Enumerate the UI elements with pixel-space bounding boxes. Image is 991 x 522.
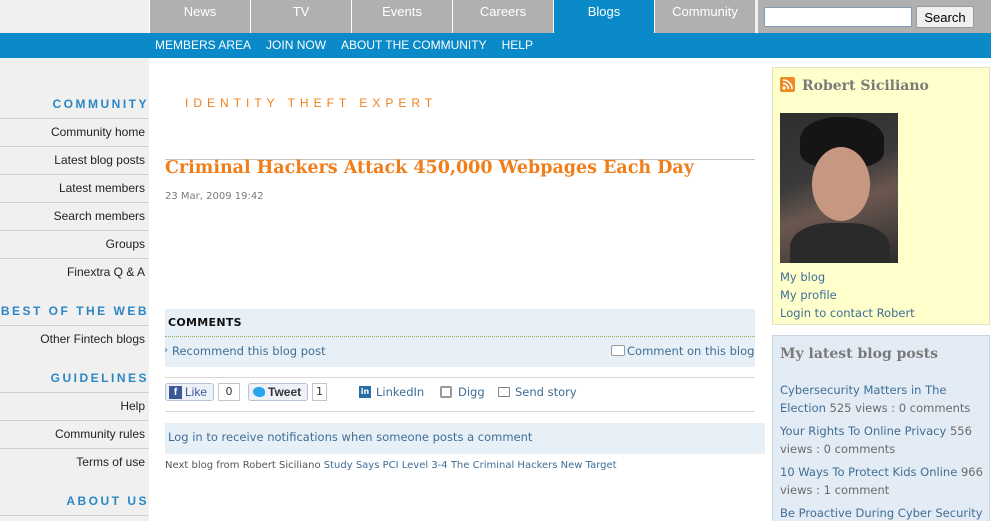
- comments-panel: COMMENTS › Recommend this blog post Comm…: [164, 309, 755, 367]
- sidebar-item-finextra-qa[interactable]: Finextra Q & A: [0, 258, 149, 285]
- next-blog-line: Next blog from Robert Siciliano Study Sa…: [165, 460, 617, 471]
- like-count: 0: [218, 383, 240, 401]
- tweet-label: Tweet: [268, 385, 302, 399]
- search-area: Search: [758, 0, 991, 33]
- sidebar-item-community-home[interactable]: Community home: [0, 118, 149, 145]
- comments-divider: [165, 336, 755, 337]
- share-divider-top: [165, 377, 755, 378]
- search-button[interactable]: Search: [916, 6, 974, 28]
- sidebar-item-groups[interactable]: Groups: [0, 230, 149, 257]
- left-sidebar: COMMUNITY Community home Latest blog pos…: [0, 58, 149, 521]
- tab-tv[interactable]: TV: [250, 0, 351, 33]
- about-us-heading: ABOUT US: [66, 494, 149, 508]
- twitter-bird-icon: [253, 387, 265, 397]
- author-name: Robert Siciliano: [802, 78, 929, 94]
- sub-navigation: MEMBERS AREA JOIN NOW ABOUT THE COMMUNIT…: [0, 33, 991, 58]
- send-story-link[interactable]: Send story: [515, 385, 577, 399]
- tweet-count: 1: [312, 383, 327, 401]
- digg-link[interactable]: Digg: [458, 385, 485, 399]
- post-date: 23 Mar, 2009 19:42: [165, 191, 264, 202]
- like-label: Like: [185, 385, 208, 399]
- sidebar-item-community-rules[interactable]: Community rules: [0, 420, 149, 447]
- next-blog-prefix: Next blog from Robert Siciliano: [165, 460, 321, 471]
- my-blog-link[interactable]: My blog: [780, 270, 825, 284]
- sidebar-item-search-members[interactable]: Search members: [0, 202, 149, 229]
- latest-post-meta: 525 views : 0 comments: [829, 401, 971, 415]
- my-profile-link[interactable]: My profile: [780, 288, 837, 302]
- linkedin-link[interactable]: LinkedIn: [376, 385, 424, 399]
- community-heading: COMMUNITY: [52, 97, 149, 111]
- latest-post-item[interactable]: 10 Ways To Protect Kids Online 966 views…: [780, 463, 986, 499]
- recommend-link[interactable]: Recommend this blog post: [172, 344, 326, 358]
- sidebar-item-other-fintech-blogs[interactable]: Other Fintech blogs: [0, 325, 149, 352]
- tab-community[interactable]: Community: [654, 0, 755, 33]
- author-profile-box: Robert Siciliano My blog My profile Logi…: [772, 67, 990, 325]
- next-blog-link[interactable]: Study Says PCI Level 3-4 The Criminal Ha…: [324, 460, 617, 471]
- top-tabs: News TV Events Careers Blogs Community: [149, 0, 755, 33]
- tweet-button[interactable]: Tweet: [248, 383, 308, 401]
- best-of-web-heading: BEST OF THE WEB: [0, 304, 149, 318]
- latest-posts-title: My latest blog posts: [780, 346, 938, 362]
- tab-blogs[interactable]: Blogs: [553, 0, 654, 33]
- facebook-icon: f: [169, 385, 182, 399]
- latest-post-title[interactable]: Be Proactive During Cyber Security: [780, 506, 983, 520]
- sidebar-item-help[interactable]: Help: [0, 392, 149, 419]
- tab-news[interactable]: News: [149, 0, 250, 33]
- share-divider-bottom: [165, 411, 755, 412]
- envelope-icon: [498, 387, 510, 397]
- sidebar-divider: [0, 515, 149, 521]
- latest-post-title[interactable]: 10 Ways To Protect Kids Online: [780, 465, 957, 479]
- author-avatar[interactable]: [780, 113, 898, 263]
- digg-icon: [440, 386, 452, 398]
- search-input[interactable]: [764, 7, 912, 27]
- comments-heading: COMMENTS: [168, 316, 242, 329]
- subnav-help[interactable]: HELP: [502, 33, 533, 58]
- tab-careers[interactable]: Careers: [452, 0, 553, 33]
- speech-bubble-icon: [611, 345, 625, 356]
- post-title[interactable]: Criminal Hackers Attack 450,000 Webpages…: [165, 158, 694, 178]
- latest-post-title[interactable]: Your Rights To Online Privacy: [780, 424, 946, 438]
- latest-posts-box: My latest blog posts Cybersecurity Matte…: [772, 335, 990, 521]
- guidelines-heading: GUIDELINES: [50, 371, 149, 385]
- subnav-members-area[interactable]: MEMBERS AREA: [155, 33, 251, 58]
- rss-glyph: [782, 79, 793, 90]
- chevron-right-icon: ›: [164, 345, 168, 356]
- comment-on-blog-link[interactable]: Comment on this blog: [627, 344, 754, 358]
- latest-post-item[interactable]: Your Rights To Online Privacy 556 views …: [780, 422, 986, 458]
- login-contact-link[interactable]: Login to contact Robert: [780, 306, 915, 320]
- top-navigation: News TV Events Careers Blogs Community S…: [0, 0, 991, 33]
- tab-events[interactable]: Events: [351, 0, 452, 33]
- subnav-join-now[interactable]: JOIN NOW: [266, 33, 326, 58]
- latest-post-item[interactable]: Cybersecurity Matters in The Election 52…: [780, 381, 986, 417]
- rss-icon[interactable]: [780, 77, 795, 92]
- subnav-about-community[interactable]: ABOUT THE COMMUNITY: [341, 33, 487, 58]
- latest-post-item[interactable]: Be Proactive During Cyber Security: [780, 504, 986, 522]
- blog-tagline: IDENTITY THEFT EXPERT: [185, 96, 438, 110]
- sidebar-item-terms-of-use[interactable]: Terms of use: [0, 448, 149, 475]
- login-notify-link[interactable]: Log in to receive notifications when som…: [168, 430, 532, 444]
- facebook-like-button[interactable]: f Like: [165, 383, 214, 401]
- notification-panel: Log in to receive notifications when som…: [165, 423, 765, 454]
- sidebar-item-latest-members[interactable]: Latest members: [0, 174, 149, 201]
- linkedin-icon: in: [359, 386, 371, 398]
- sidebar-item-latest-blog-posts[interactable]: Latest blog posts: [0, 146, 149, 173]
